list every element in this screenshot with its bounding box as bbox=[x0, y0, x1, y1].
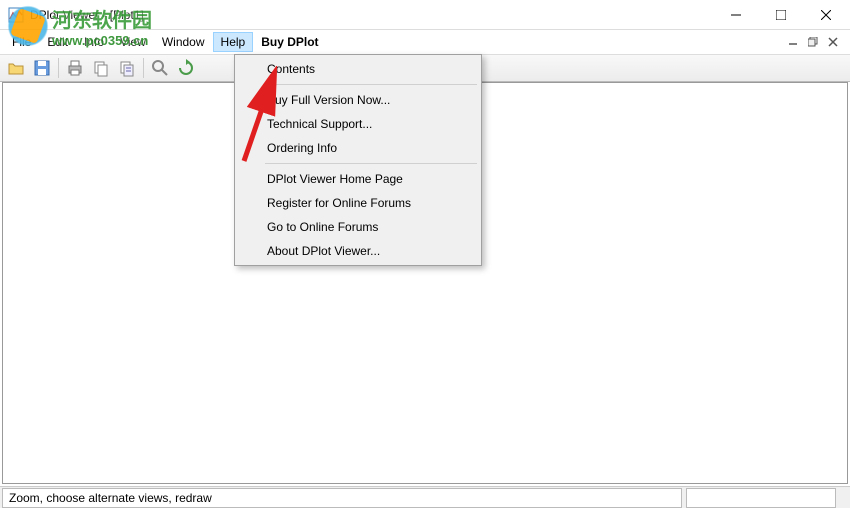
help-about[interactable]: About DPlot Viewer... bbox=[237, 239, 479, 263]
menu-window[interactable]: Window bbox=[154, 32, 213, 52]
help-goto-forums[interactable]: Go to Online Forums bbox=[237, 215, 479, 239]
menubar: File Edit Info View Window Help Buy DPlo… bbox=[0, 30, 850, 54]
menu-file[interactable]: File bbox=[4, 32, 39, 52]
help-ordering[interactable]: Ordering Info bbox=[237, 136, 479, 160]
titlebar: DPlot Viewer - [Plot1] bbox=[0, 0, 850, 30]
toolbar-zoom-button[interactable] bbox=[148, 56, 172, 80]
mdi-restore-button[interactable] bbox=[804, 34, 822, 50]
toolbar-copy-data-button[interactable] bbox=[115, 56, 139, 80]
maximize-button[interactable] bbox=[758, 0, 803, 29]
menu-view[interactable]: View bbox=[112, 32, 154, 52]
window-title: DPlot Viewer - [Plot1] bbox=[30, 8, 713, 22]
help-register-forums[interactable]: Register for Online Forums bbox=[237, 191, 479, 215]
toolbar-print-button[interactable] bbox=[63, 56, 87, 80]
help-buy-full[interactable]: Buy Full Version Now... bbox=[237, 88, 479, 112]
toolbar-refresh-button[interactable] bbox=[174, 56, 198, 80]
minimize-button[interactable] bbox=[713, 0, 758, 29]
menu-separator bbox=[265, 84, 477, 85]
menu-info[interactable]: Info bbox=[76, 32, 112, 52]
close-button[interactable] bbox=[803, 0, 848, 29]
help-tech-support[interactable]: Technical Support... bbox=[237, 112, 479, 136]
menu-buy-dplot[interactable]: Buy DPlot bbox=[253, 32, 326, 52]
menu-edit[interactable]: Edit bbox=[39, 32, 76, 52]
mdi-close-button[interactable] bbox=[824, 34, 842, 50]
window-controls bbox=[713, 0, 848, 29]
toolbar-separator bbox=[58, 58, 59, 78]
statusbar: Zoom, choose alternate views, redraw bbox=[0, 486, 850, 508]
help-contents[interactable]: Contents bbox=[237, 57, 479, 81]
menu-separator bbox=[265, 163, 477, 164]
mdi-minimize-button[interactable] bbox=[784, 34, 802, 50]
mdi-controls bbox=[784, 34, 846, 50]
toolbar-separator bbox=[143, 58, 144, 78]
help-dropdown: Contents Buy Full Version Now... Technic… bbox=[234, 54, 482, 266]
help-home-page[interactable]: DPlot Viewer Home Page bbox=[237, 167, 479, 191]
toolbar-copy-button[interactable] bbox=[89, 56, 113, 80]
status-secondary bbox=[686, 488, 836, 508]
menu-help[interactable]: Help bbox=[213, 32, 254, 52]
toolbar-open-button[interactable] bbox=[4, 56, 28, 80]
status-text: Zoom, choose alternate views, redraw bbox=[2, 488, 682, 508]
app-icon bbox=[8, 7, 24, 23]
toolbar-save-button[interactable] bbox=[30, 56, 54, 80]
